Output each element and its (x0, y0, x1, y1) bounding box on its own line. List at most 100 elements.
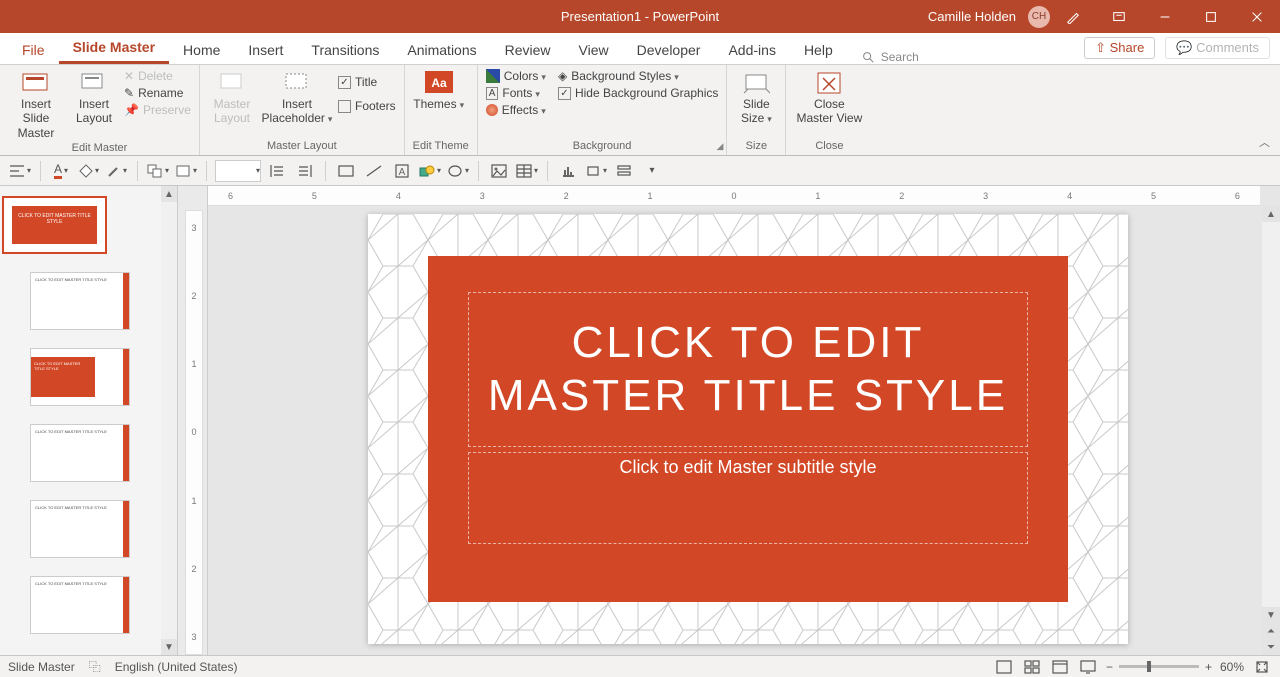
thumbnail-layout-5[interactable]: CLICK TO EDIT MASTER TITLE STYLE (30, 576, 130, 634)
align-button[interactable]: ▾ (8, 160, 32, 182)
group-label-edit-theme: Edit Theme (413, 138, 469, 155)
tab-help[interactable]: Help (790, 36, 847, 64)
status-mode[interactable]: Slide Master (8, 660, 75, 674)
slide-sorter-button[interactable] (1022, 659, 1042, 675)
prev-slide-icon[interactable]: ⏶ (1262, 623, 1280, 639)
shape-picker[interactable]: ▾ (215, 160, 261, 182)
shape-format-toolbar: ▾ A▾ ▾ ▾ ▾ ▾ ▾ A ▾ ▾ ▾ ▾ ▾ (0, 156, 1280, 186)
outline-color-button[interactable]: ▾ (105, 160, 129, 182)
shapes-gallery[interactable]: ▾ (418, 160, 442, 182)
tell-me-search[interactable]: Search (861, 50, 919, 64)
scroll-down-icon[interactable]: ▼ (161, 639, 177, 655)
chart-button[interactable] (556, 160, 580, 182)
slide-canvas[interactable]: CLICK TO EDIT MASTER TITLE STYLE Click t… (368, 214, 1128, 644)
slideshow-button[interactable] (1078, 659, 1098, 675)
tab-add-ins[interactable]: Add-ins (714, 36, 789, 64)
tab-transitions[interactable]: Transitions (297, 36, 393, 64)
fill-color-button[interactable]: ▾ (77, 160, 101, 182)
align-left-cell[interactable] (265, 160, 289, 182)
fit-to-window-button[interactable] (1252, 659, 1272, 675)
zoom-level[interactable]: 60% (1220, 660, 1244, 674)
placeholder-icon (281, 71, 313, 95)
thumbnail-pane[interactable]: CLICK TO EDIT MASTER TITLESTYLE CLICK TO… (0, 186, 178, 655)
next-slide-icon[interactable]: ⏷ (1262, 639, 1280, 655)
slide-size-button[interactable]: Slide Size (735, 69, 777, 126)
thumbnail-layout-3[interactable]: CLICK TO EDIT MASTER TITLE STYLE (30, 424, 130, 482)
rectangle-shape[interactable] (334, 160, 358, 182)
zoom-slider[interactable]: − + (1106, 660, 1212, 674)
crop-button[interactable]: ▾ (584, 160, 608, 182)
more-tools-icon[interactable]: ▾ (640, 160, 664, 182)
horizontal-ruler: 6543210123456 (208, 186, 1260, 206)
oval-shape[interactable]: ▾ (446, 160, 470, 182)
draw-mode-icon[interactable] (1050, 0, 1096, 33)
footers-checkbox[interactable]: Footers (338, 99, 396, 113)
main-scrollbar[interactable]: ▲ ▼ ⏶ ⏷ (1262, 206, 1280, 655)
line-shape[interactable] (362, 160, 386, 182)
insert-slide-master-button[interactable]: Insert Slide Master (8, 69, 64, 140)
fonts-icon: A (486, 87, 499, 100)
group-label-background: Background (486, 138, 719, 155)
reading-view-button[interactable] (1050, 659, 1070, 675)
textbox-shape[interactable]: A (390, 160, 414, 182)
comments-button[interactable]: 💬 Comments (1165, 37, 1270, 59)
ribbon: Insert Slide Master Insert Layout ✕Delet… (0, 65, 1280, 156)
thumbnail-layout-4[interactable]: CLICK TO EDIT MASTER TITLE STYLE (30, 500, 130, 558)
tab-review[interactable]: Review (491, 36, 565, 64)
main-scroll-up-icon[interactable]: ▲ (1262, 206, 1280, 222)
group-close: Close Master View Close (786, 65, 872, 155)
rename-icon: ✎ (124, 86, 134, 100)
main-scroll-down-icon[interactable]: ▼ (1262, 607, 1280, 623)
thumbnail-layout-1[interactable]: CLICK TO EDIT MASTER TITLE STYLE (30, 272, 130, 330)
arrange-button[interactable]: ▾ (146, 160, 170, 182)
ribbon-display-icon[interactable] (1096, 0, 1142, 33)
title-checkbox[interactable]: ✓Title (338, 75, 396, 89)
close-button[interactable] (1234, 0, 1280, 33)
themes-button[interactable]: Aa Themes (413, 69, 465, 111)
thumbnail-layout-2[interactable]: CLICK TO EDIT MASTERTITLE STYLE (30, 348, 130, 406)
thumbnail-master[interactable]: CLICK TO EDIT MASTER TITLESTYLE (2, 196, 107, 254)
insert-placeholder-button[interactable]: Insert Placeholder (262, 69, 332, 126)
scroll-up-icon[interactable]: ▲ (161, 186, 177, 202)
user-name[interactable]: Camille Holden (928, 9, 1024, 24)
rename-button[interactable]: ✎Rename (124, 86, 191, 100)
close-master-view-button[interactable]: Close Master View (794, 69, 864, 126)
master-title-placeholder[interactable]: CLICK TO EDIT MASTER TITLE STYLE (468, 292, 1028, 447)
tab-home[interactable]: Home (169, 36, 234, 64)
maximize-button[interactable] (1188, 0, 1234, 33)
master-subtitle-placeholder[interactable]: Click to edit Master subtitle style (468, 452, 1028, 544)
zoom-out-button[interactable]: − (1106, 660, 1113, 674)
delete-button: ✕Delete (124, 69, 191, 83)
effects-button[interactable]: Effects (486, 103, 546, 117)
background-styles-button[interactable]: ◈Background Styles (558, 69, 718, 83)
tab-animations[interactable]: Animations (393, 36, 490, 64)
font-color-button[interactable]: A▾ (49, 160, 73, 182)
user-avatar[interactable]: CH (1028, 6, 1050, 28)
background-dialog-launcher[interactable]: ◢ (716, 141, 723, 152)
picture-button[interactable] (487, 160, 511, 182)
fonts-button[interactable]: AFonts (486, 86, 546, 100)
colors-button[interactable]: Colors (486, 69, 546, 83)
tab-slide-master[interactable]: Slide Master (59, 33, 169, 64)
tab-insert[interactable]: Insert (234, 36, 297, 64)
hide-bg-checkbox[interactable]: ✓Hide Background Graphics (558, 86, 718, 100)
collapse-ribbon-button[interactable]: ︿ (1259, 134, 1270, 150)
thumbnail-scrollbar[interactable]: ▲ ▼ (161, 186, 177, 655)
tab-developer[interactable]: Developer (623, 36, 715, 64)
share-button[interactable]: ⇧ Share (1084, 37, 1155, 59)
ribbon-tabs: File Slide Master Home Insert Transition… (0, 33, 1280, 65)
effects-icon (486, 104, 498, 116)
slide-edit-area[interactable]: 6543210123456 CLICK TO EDIT MASTER TITLE… (208, 186, 1280, 655)
quick-styles-button[interactable]: ▾ (174, 160, 198, 182)
minimize-button[interactable] (1142, 0, 1188, 33)
align-right-cell[interactable] (293, 160, 317, 182)
table-button[interactable]: ▾ (515, 160, 539, 182)
insert-layout-button[interactable]: Insert Layout (70, 69, 118, 126)
tab-view[interactable]: View (565, 36, 623, 64)
normal-view-button[interactable] (994, 659, 1014, 675)
accessibility-icon[interactable]: ⿻ (89, 658, 101, 675)
zoom-in-button[interactable]: + (1205, 660, 1212, 674)
selection-pane-button[interactable] (612, 160, 636, 182)
status-language[interactable]: English (United States) (115, 660, 238, 674)
tab-file[interactable]: File (8, 36, 59, 64)
